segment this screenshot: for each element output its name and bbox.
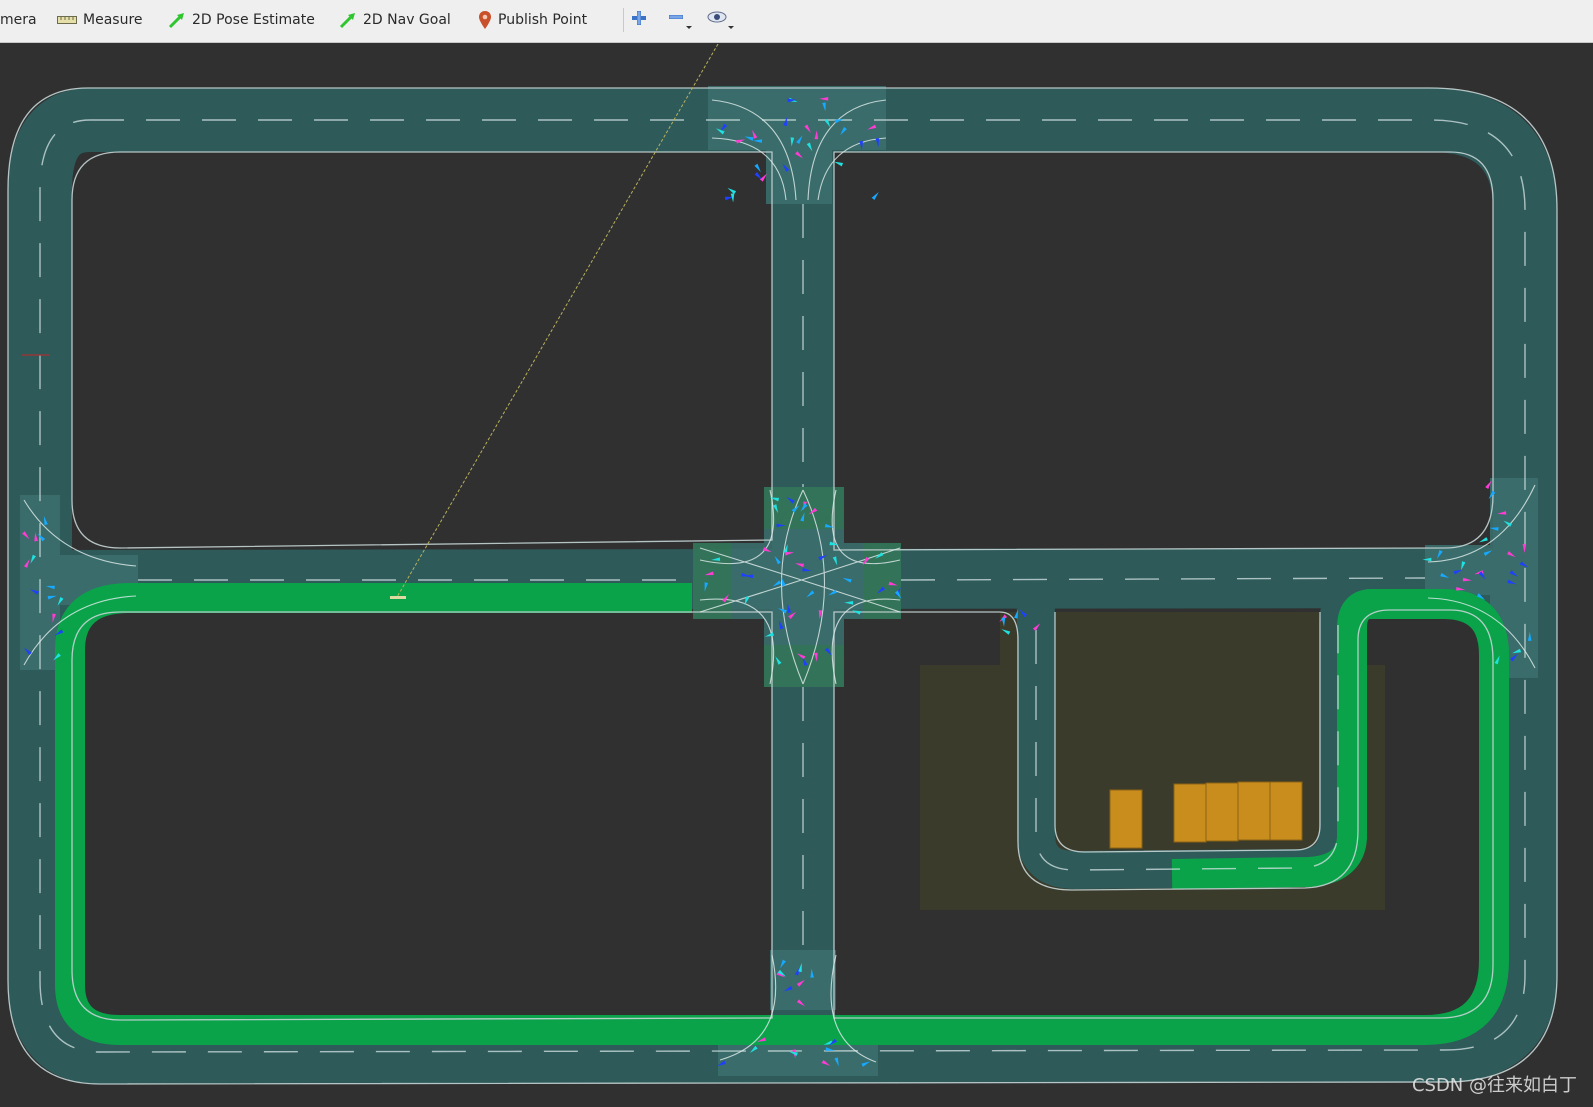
lane-arrow xyxy=(1478,537,1488,543)
lane-arrow xyxy=(727,187,737,195)
lane-arrow xyxy=(833,161,844,167)
map-pin-icon xyxy=(478,10,492,30)
nav-goal-tool[interactable]: 2D Nav Goal xyxy=(339,0,451,40)
ruler-icon xyxy=(57,15,77,25)
nav-arrow-icon xyxy=(339,11,357,29)
pose-estimate-label: 2D Pose Estimate xyxy=(192,12,315,28)
pose-arrow-icon xyxy=(168,11,186,29)
nav-goal-label: 2D Nav Goal xyxy=(363,12,451,28)
rviz-toolbar: mera Measure 2D Pose Estimate 2D Nav Goa… xyxy=(0,0,1593,43)
lane-arrow xyxy=(871,191,879,201)
publish-point-tool[interactable]: Publish Point xyxy=(478,0,587,40)
vehicle xyxy=(1109,789,1143,849)
vehicle xyxy=(1269,781,1303,841)
watermark: CSDN @往来如白丁 xyxy=(1411,1075,1577,1096)
add-tool-button[interactable] xyxy=(625,7,653,33)
interact-camera-tool[interactable]: mera xyxy=(0,0,37,40)
toolbar-separator xyxy=(623,8,624,32)
zoom-out-icon xyxy=(666,5,692,35)
vehicle xyxy=(1173,783,1207,843)
lane-arrow xyxy=(754,163,761,173)
vehicle xyxy=(1205,782,1239,842)
robot-marker xyxy=(390,596,406,599)
map-viewport[interactable]: CSDN @往来如白丁 xyxy=(0,44,1593,1107)
eye-icon xyxy=(706,5,734,35)
map-canvas[interactable] xyxy=(0,44,1593,1107)
vehicle xyxy=(1237,781,1271,841)
measure-tool[interactable]: Measure xyxy=(57,0,143,40)
lane-arrow xyxy=(759,173,768,182)
zoom-in-icon xyxy=(630,9,648,31)
remove-tool-button[interactable] xyxy=(665,7,693,33)
pose-estimate-tool[interactable]: 2D Pose Estimate xyxy=(168,0,315,40)
camera-tool-label: mera xyxy=(0,12,37,28)
lane-arrow xyxy=(730,193,735,203)
parked-vehicles xyxy=(1109,781,1303,849)
publish-point-label: Publish Point xyxy=(498,12,588,28)
visibility-button[interactable] xyxy=(706,7,734,33)
measure-tool-label: Measure xyxy=(83,12,143,28)
